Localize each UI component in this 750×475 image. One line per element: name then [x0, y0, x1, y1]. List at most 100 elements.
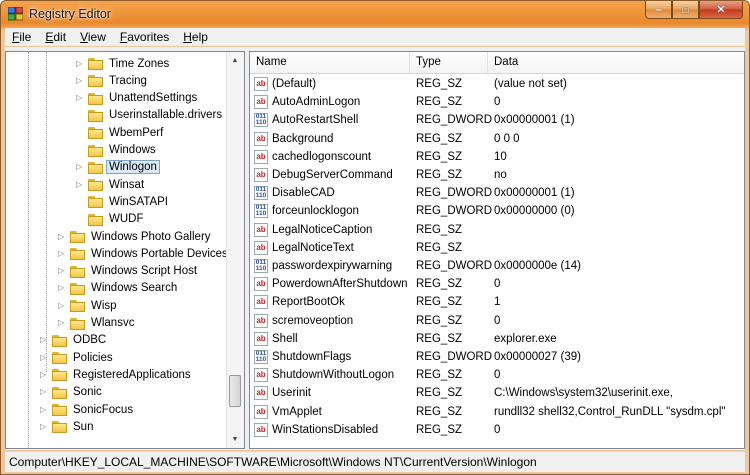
tree-item[interactable]: WUDF [76, 211, 144, 228]
tree-item[interactable]: ▷ Windows Photo Gallery [58, 228, 211, 245]
minimize-button[interactable]: ‒ [645, 1, 672, 19]
expand-arrow-icon[interactable] [76, 111, 84, 119]
tree-item[interactable]: WbemPerf [76, 124, 163, 141]
tree-item[interactable]: ▷ Time Zones [76, 55, 169, 72]
tree-item[interactable]: ▷ Winsat [76, 176, 144, 193]
tree-item[interactable]: ▷ Wlansvc [58, 315, 134, 332]
tree-item[interactable]: ▷ Windows Script Host [58, 263, 197, 280]
expand-arrow-icon[interactable] [76, 215, 84, 223]
value-row[interactable]: 011 110 AutoRestartShell REG_DWORD 0x0000000… [250, 111, 744, 129]
value-row[interactable]: ab LegalNoticeText REG_SZ [250, 239, 744, 257]
expand-arrow-icon[interactable]: ▷ [58, 232, 66, 241]
value-row[interactable]: ab Background REG_SZ 0 0 0 [250, 130, 744, 148]
folder-icon [88, 74, 104, 88]
expand-arrow-icon[interactable]: ▷ [40, 353, 48, 362]
expand-arrow-icon[interactable]: ▷ [58, 301, 66, 310]
tree-item[interactable]: ▷ Windows Portable Devices [58, 245, 228, 262]
tree-item[interactable]: ▷ ODBC [40, 332, 106, 349]
value-row[interactable]: ab ShutdownWithoutLogon REG_SZ 0 [250, 366, 744, 384]
scroll-up-arrow-icon[interactable]: ▲ [227, 52, 243, 69]
folder-icon [88, 144, 104, 157]
registry-key-tree[interactable]: ▷ Time Zones ▷ Tracing ▷ UnattendSettings User… [5, 51, 245, 449]
expand-arrow-icon[interactable]: ▷ [40, 336, 48, 344]
tree-item[interactable]: ▷ Winlogon [76, 159, 160, 176]
expand-arrow-icon[interactable]: ▷ [76, 94, 84, 102]
folder-icon [88, 195, 104, 209]
value-row[interactable]: ab PowerdownAfterShutdown REG_SZ 0 [250, 275, 744, 293]
expand-arrow-icon[interactable]: ▷ [76, 76, 84, 85]
tree-item[interactable]: ▷ SonicFocus [40, 401, 133, 418]
tree-item[interactable]: ▷ Policies [40, 349, 113, 366]
value-row[interactable]: ab LegalNoticeCaption REG_SZ [250, 221, 744, 239]
expand-arrow-icon[interactable]: ▷ [40, 422, 48, 431]
value-row[interactable]: ab Userinit REG_SZ C:\Windows\system32\user… [250, 384, 744, 402]
value-row[interactable]: ab VmApplet REG_SZ rundll32 shell32,Control… [250, 403, 744, 421]
column-type[interactable]: Type [410, 52, 488, 73]
value-row[interactable]: ab scremoveoption REG_SZ 0 [250, 312, 744, 330]
value-data: (value not set) [494, 78, 567, 90]
tree-item[interactable]: ▷ UnattendSettings [76, 90, 197, 107]
tree-item[interactable]: ▷ Sun [40, 418, 93, 435]
expand-arrow-icon[interactable]: ▷ [40, 405, 48, 414]
value-data: 1 [494, 296, 501, 309]
folder-icon [52, 351, 68, 365]
column-data[interactable]: Data [488, 52, 744, 73]
tree-item[interactable]: ▷ Tracing [76, 72, 147, 89]
value-data: 0 [494, 96, 501, 109]
tree-item[interactable]: ▷ Wisp [58, 297, 117, 314]
menu-help[interactable]: Help [176, 30, 215, 44]
expand-arrow-icon[interactable] [76, 146, 84, 154]
expand-arrow-icon[interactable]: ▷ [76, 180, 84, 189]
value-row[interactable]: ab WinStationsDisabled REG_SZ 0 [250, 421, 744, 439]
value-data: 0x00000001 (1) [494, 187, 575, 200]
value-row[interactable]: ab DebugServerCommand REG_SZ no [250, 166, 744, 184]
tree-scroll-thumb[interactable] [229, 375, 241, 407]
value-row[interactable]: ab cachedlogonscount REG_SZ 10 [250, 148, 744, 166]
expand-arrow-icon[interactable] [76, 129, 84, 137]
value-data: 0x00000001 (1) [494, 114, 575, 127]
maximize-button[interactable]: □ [672, 1, 699, 19]
expand-arrow-icon[interactable]: ▷ [40, 388, 48, 396]
value-row[interactable]: ab (Default) REG_SZ (value not set) [250, 75, 744, 93]
expand-arrow-icon[interactable]: ▷ [76, 59, 84, 68]
registry-values-list[interactable]: Name Type Data ab (Default) REG_SZ (value n… [249, 51, 745, 449]
tree-item[interactable]: Userinstallable.drivers [76, 107, 222, 124]
value-row[interactable]: ab ReportBootOk REG_SZ 1 [250, 293, 744, 311]
tree-item-label: Windows Search [91, 282, 178, 295]
value-type: REG_SZ [416, 278, 463, 291]
tree-item-label: WbemPerf [109, 126, 164, 139]
expand-arrow-icon[interactable]: ▷ [58, 267, 66, 275]
value-name: WinStationsDisabled [272, 423, 379, 436]
expand-arrow-icon[interactable]: ▷ [40, 370, 48, 379]
expand-arrow-icon[interactable]: ▷ [58, 249, 66, 258]
menu-view[interactable]: View [73, 30, 113, 44]
value-type: REG_SZ [416, 369, 463, 382]
menu-favorites[interactable]: Favorites [113, 30, 176, 44]
tree-item[interactable]: WinSATAPI [76, 193, 168, 210]
title-bar[interactable]: Registry Editor ‒ □ ✕ [1, 1, 749, 27]
expand-arrow-icon[interactable]: ▷ [76, 163, 84, 171]
value-type: REG_SZ [416, 78, 463, 90]
value-row[interactable]: ab Shell REG_SZ explorer.exe [250, 330, 744, 348]
value-row[interactable]: 011 110 DisableCAD REG_DWORD 0x00000001 (1) [250, 184, 744, 202]
tree-item[interactable]: ▷ RegisteredApplications [40, 366, 191, 383]
tree-item[interactable]: ▷ Windows Search [58, 280, 177, 297]
menu-edit[interactable]: Edit [38, 30, 73, 44]
expand-arrow-icon[interactable]: ▷ [58, 319, 66, 327]
tree-item-label: Winsat [109, 178, 145, 191]
value-data: 0 0 0 [494, 132, 520, 145]
tree-item[interactable]: ▷ Sonic [40, 384, 102, 401]
value-row[interactable]: 011 110 passwordexpirywarning REG_DWORD 0x00… [250, 257, 744, 275]
expand-arrow-icon[interactable] [76, 198, 84, 206]
scroll-down-arrow-icon[interactable]: ▼ [227, 431, 243, 448]
expand-arrow-icon[interactable]: ▷ [58, 284, 66, 292]
tree-vertical-scrollbar[interactable]: ▲ ▼ [226, 52, 244, 448]
value-row[interactable]: 011 110 forceunlocklogon REG_DWORD 0x0000000… [250, 202, 744, 220]
column-name[interactable]: Name [250, 52, 410, 73]
value-name: ShutdownWithoutLogon [272, 369, 395, 382]
value-row[interactable]: ab AutoAdminLogon REG_SZ 0 [250, 93, 744, 111]
menu-file[interactable]: File [5, 30, 38, 44]
tree-item[interactable]: Windows [76, 142, 156, 159]
value-row[interactable]: 011 110 ShutdownFlags REG_DWORD 0x00000027 (… [250, 348, 744, 366]
close-button[interactable]: ✕ [699, 1, 743, 19]
